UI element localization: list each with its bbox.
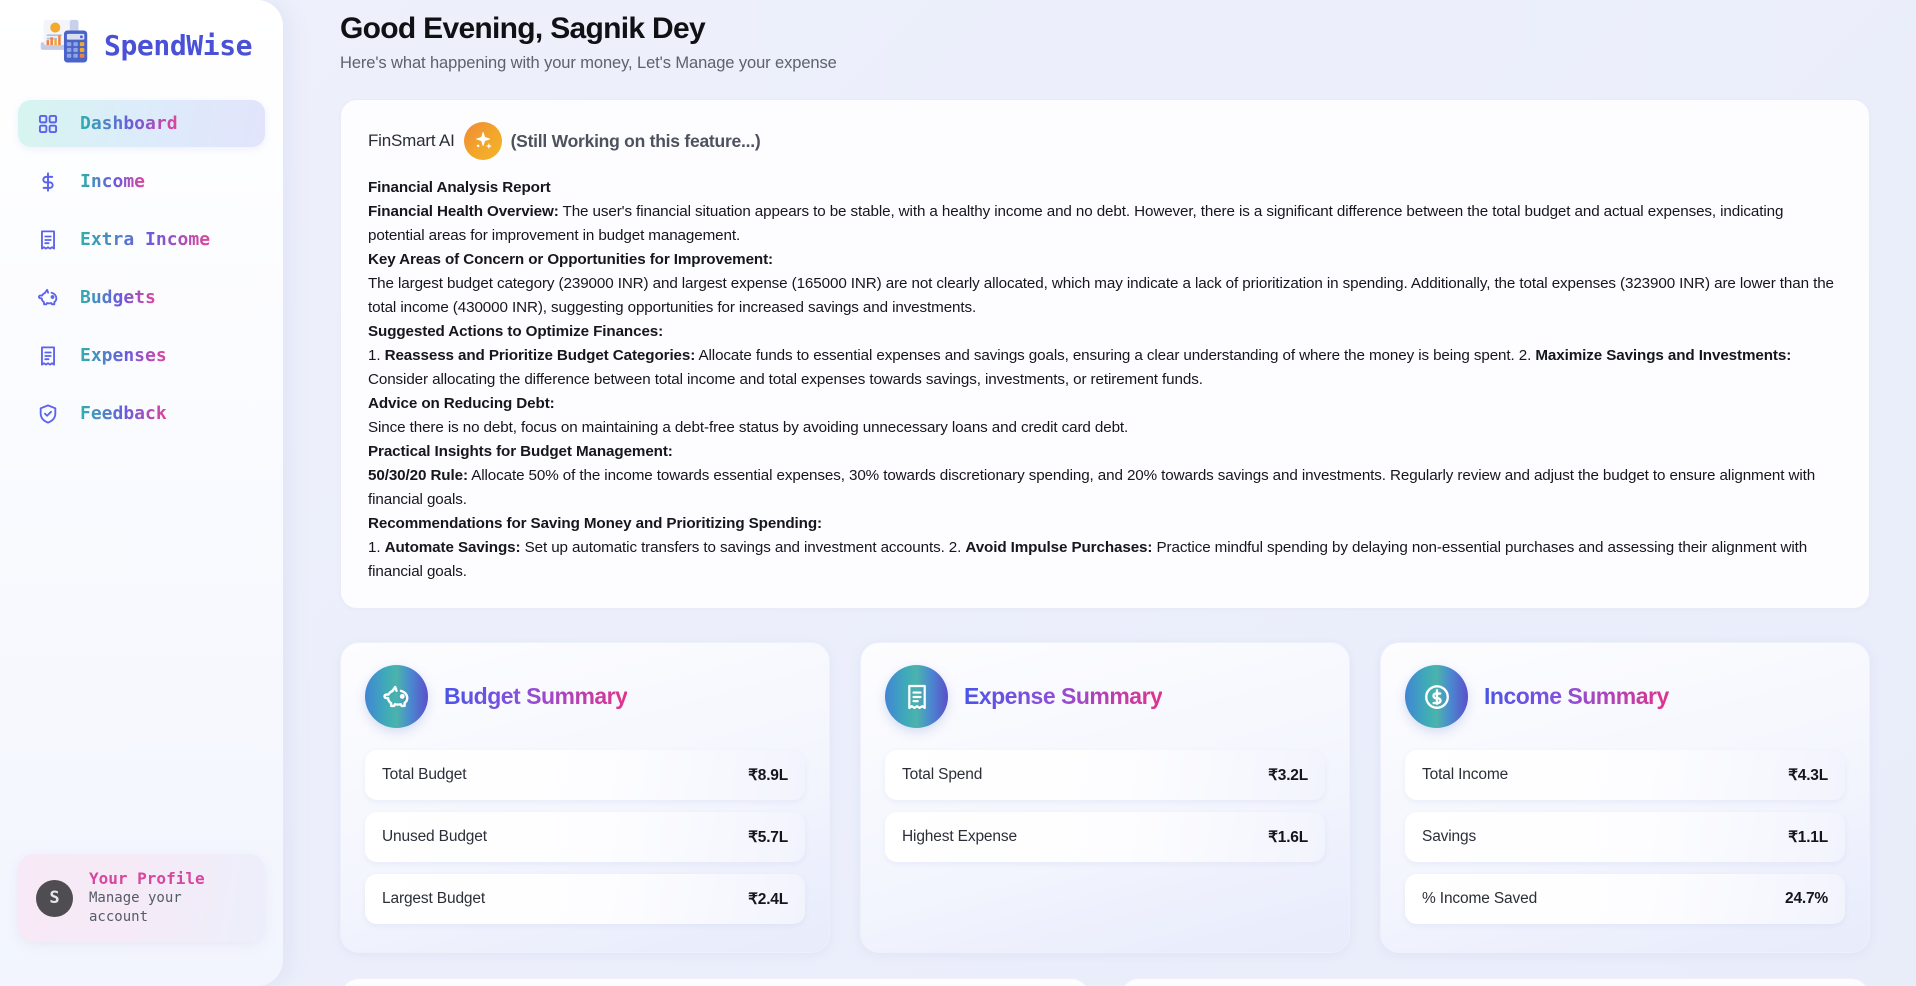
ai-status-note: (Still Working on this feature...) [510,130,761,151]
row-label: Total Spend [902,766,983,783]
piggy-bank-icon [36,286,60,310]
sidebar-item-label: Budgets [80,287,156,308]
summary-row[interactable]: % Income Saved 24.7% [1405,874,1845,924]
sidebar-item-extra-income[interactable]: Extra Income [18,216,265,263]
grid-icon [36,112,60,136]
brand-name: SpendWise [104,28,253,62]
card-header: Expense Summary [885,665,1325,728]
report-section: Financial Health Overview: The user's fi… [368,200,1842,248]
sidebar-item-budgets[interactable]: Budgets [18,274,265,321]
partial-card [340,978,1090,986]
card-title: Budget Summary [444,683,628,709]
partial-card [1120,978,1870,986]
piggy-bank-icon [365,665,428,728]
avatar: S [36,879,73,917]
summary-cards-row: Budget Summary Total Budget ₹8.9L Unused… [340,642,1870,953]
dollar-circle-icon [1405,665,1468,728]
expense-summary-card: Expense Summary Total Spend ₹3.2L Highes… [860,642,1350,953]
sidebar: SpendWise Dashboard Income Extra Income … [0,0,283,986]
card-rows: Total Budget ₹8.9L Unused Budget ₹5.7L L… [365,750,805,924]
card-title: Income Summary [1484,683,1669,709]
sidebar-item-label: Feedback [80,403,167,424]
page-subtitle: Here's what happening with your money, L… [340,54,837,72]
card-header: Budget Summary [365,665,805,728]
main-content: Good Evening, Sagnik Dey Here's what hap… [283,0,1916,986]
card-title: Expense Summary [964,683,1163,709]
summary-row[interactable]: Total Budget ₹8.9L [365,750,805,800]
page-header: Good Evening, Sagnik Dey Here's what hap… [340,0,1870,73]
chart-calculator-logo-icon [32,14,94,76]
budget-summary-card: Budget Summary Total Budget ₹8.9L Unused… [340,642,830,953]
sidebar-item-label: Income [80,171,146,192]
brand-logo[interactable]: SpendWise [18,0,265,96]
sidebar-item-income[interactable]: Income [18,158,265,205]
report-section-heading: Practical Insights for Budget Management… [368,443,673,460]
card-rows: Total Income ₹4.3L Savings ₹1.1L % Incom… [1405,750,1845,924]
sidebar-item-label: Expenses [80,345,167,366]
report-section-heading: Suggested Actions to Optimize Finances: [368,323,664,340]
summary-row[interactable]: Unused Budget ₹5.7L [365,812,805,862]
row-label: Savings [1422,828,1477,845]
report-section-heading: Recommendations for Saving Money and Pri… [368,515,822,532]
income-summary-card: Income Summary Total Income ₹4.3L Saving… [1380,642,1870,953]
row-value: ₹8.9L [748,766,788,784]
report-section-body: Since there is no debt, focus on maintai… [368,419,1129,436]
profile-title: Your Profile [89,869,205,889]
profile-text: Your Profile Manage your account [89,869,247,927]
ai-label: FinSmart AI [368,131,455,150]
row-value: ₹3.2L [1268,766,1308,784]
profile-subtitle: Manage your account [89,890,182,926]
ai-report-header: FinSmart AI (Still Working on this featu… [368,122,1842,160]
card-header: Income Summary [1405,665,1845,728]
summary-row[interactable]: Total Income ₹4.3L [1405,750,1845,800]
row-label: Total Income [1422,766,1509,783]
sparkle-icon [463,122,502,160]
sidebar-item-dashboard[interactable]: Dashboard [18,100,265,147]
report-section-heading: Advice on Reducing Debt: [368,395,555,412]
row-value: ₹1.6L [1268,828,1308,846]
report-section-body: 1. Automate Savings: Set up automatic tr… [368,539,1808,580]
summary-row[interactable]: Highest Expense ₹1.6L [885,812,1325,862]
row-label: Total Budget [382,766,467,783]
card-rows: Total Spend ₹3.2L Highest Expense ₹1.6L [885,750,1325,862]
report-section-heading: Key Areas of Concern or Opportunities fo… [368,251,774,268]
summary-row[interactable]: Savings ₹1.1L [1405,812,1845,862]
ai-report-body: Financial Analysis Report Financial Heal… [368,176,1842,584]
summary-row[interactable]: Total Spend ₹3.2L [885,750,1325,800]
summary-row[interactable]: Largest Budget ₹2.4L [365,874,805,924]
row-value: ₹4.3L [1788,766,1828,784]
shield-check-icon [36,402,60,426]
sidebar-nav: Dashboard Income Extra Income Budgets Ex… [18,100,265,437]
dollar-icon [36,170,60,194]
sidebar-item-expenses[interactable]: Expenses [18,332,265,379]
report-title: Financial Analysis Report [368,179,551,196]
row-value: ₹5.7L [748,828,788,846]
row-label: Unused Budget [382,828,487,845]
row-label: Largest Budget [382,890,486,907]
sidebar-item-label: Dashboard [80,113,178,134]
receipt-icon [885,665,948,728]
row-value: 24.7% [1785,890,1828,907]
page-title: Good Evening, Sagnik Dey [340,12,706,45]
receipt-icon [36,344,60,368]
sidebar-item-label: Extra Income [80,229,211,250]
row-label: % Income Saved [1422,890,1538,907]
profile-card[interactable]: S Your Profile Manage your account [18,854,265,942]
row-value: ₹2.4L [748,890,788,908]
report-section-body: 1. Reassess and Prioritize Budget Catego… [368,347,1792,388]
app-root: SpendWise Dashboard Income Extra Income … [0,0,1916,986]
report-section-body: The user's financial situation appears t… [368,203,1784,244]
next-cards-row-partial [340,978,1870,986]
sidebar-item-feedback[interactable]: Feedback [18,390,265,437]
row-label: Highest Expense [902,828,1017,845]
report-section-body: The largest budget category (239000 INR)… [368,275,1834,316]
report-section-heading: Financial Health Overview: [368,203,559,220]
report-section-body: 50/30/20 Rule: Allocate 50% of the incom… [368,467,1816,508]
row-value: ₹1.1L [1788,828,1828,846]
ai-report-panel: FinSmart AI (Still Working on this featu… [340,99,1870,609]
receipt-icon [36,228,60,252]
